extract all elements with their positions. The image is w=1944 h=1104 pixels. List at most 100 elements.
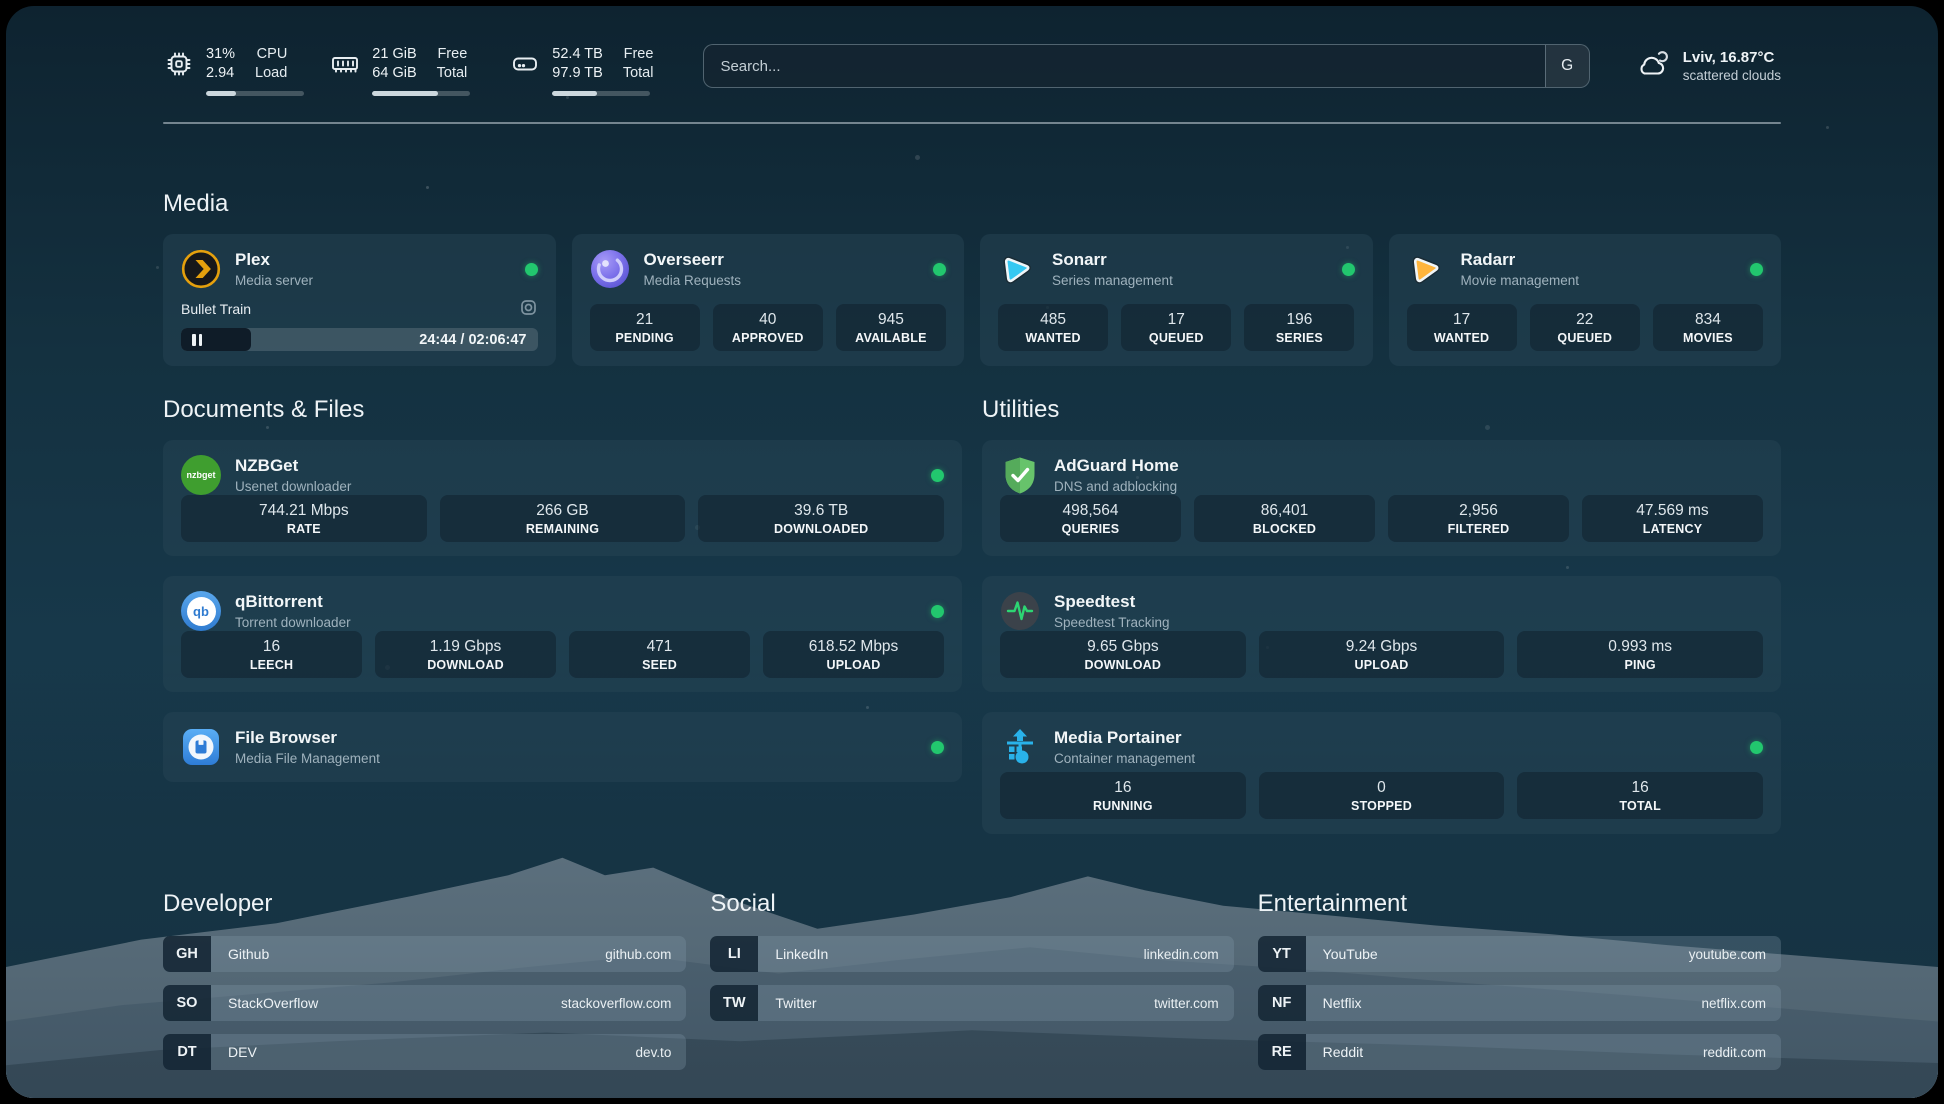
memory-total-value: 64 GiB xyxy=(372,64,416,83)
app-title: Radarr xyxy=(1461,250,1580,270)
memory-label-top: Free xyxy=(437,45,468,64)
plex-card[interactable]: Plex Media server Bullet Train xyxy=(163,234,556,366)
sonarr-card[interactable]: Sonarr Series management 485WANTED 17QUE… xyxy=(980,234,1373,366)
section-heading-social: Social xyxy=(710,890,1233,918)
bookmark-twitter[interactable]: TW Twitter twitter.com xyxy=(710,985,1233,1021)
netflix-abbr-icon: NF xyxy=(1258,985,1306,1021)
cpu-label-bottom: Load xyxy=(255,64,287,83)
bookmark-name: YouTube xyxy=(1323,946,1378,962)
bookmark-url: netflix.com xyxy=(1701,996,1766,1011)
bookmark-url: youtube.com xyxy=(1689,947,1766,962)
playback-time: 24:44 / 02:06:47 xyxy=(419,332,526,348)
qbittorrent-card[interactable]: qb qBittorrent Torrent downloader 16LEEC… xyxy=(163,576,962,692)
stat-stopped: 0STOPPED xyxy=(1259,772,1505,819)
bookmark-reddit[interactable]: RE Reddit reddit.com xyxy=(1258,1034,1781,1070)
stat-upload: 9.24 GbpsUPLOAD xyxy=(1259,631,1505,678)
twitter-abbr-icon: TW xyxy=(710,985,758,1021)
nzbget-card[interactable]: nzbget NZBGet Usenet downloader 744.21 M… xyxy=(163,440,962,556)
memory-progress-track xyxy=(372,91,470,96)
qbittorrent-icon: qb xyxy=(181,591,221,631)
stat-upload: 618.52 MbpsUPLOAD xyxy=(763,631,944,678)
bookmark-netflix[interactable]: NF Netflix netflix.com xyxy=(1258,985,1781,1021)
app-subtitle: Media Requests xyxy=(644,273,742,288)
bookmark-linkedin[interactable]: LI LinkedIn linkedin.com xyxy=(710,936,1233,972)
app-title: Media Portainer xyxy=(1054,728,1195,748)
status-online-dot xyxy=(1750,741,1763,754)
disk-label-bottom: Total xyxy=(623,64,654,83)
bookmark-dev[interactable]: DT DEV dev.to xyxy=(163,1034,686,1070)
section-heading-media: Media xyxy=(163,190,1781,218)
status-online-dot xyxy=(931,741,944,754)
weather-widget: Lviv, 16.87°C scattered clouds xyxy=(1634,48,1781,85)
cpu-icon xyxy=(163,49,195,79)
bookmark-name: StackOverflow xyxy=(228,995,318,1011)
sonarr-icon xyxy=(998,249,1038,289)
search-input[interactable] xyxy=(720,58,1544,75)
stat-leech: 16LEECH xyxy=(181,631,362,678)
status-online-dot xyxy=(1750,263,1763,276)
bookmark-stackoverflow[interactable]: SO StackOverflow stackoverflow.com xyxy=(163,985,686,1021)
now-playing-title: Bullet Train xyxy=(181,301,251,317)
status-online-dot xyxy=(933,263,946,276)
cpu-progress-track xyxy=(206,91,304,96)
dev-abbr-icon: DT xyxy=(163,1034,211,1070)
app-subtitle: Media File Management xyxy=(235,751,380,766)
memory-icon xyxy=(329,49,361,79)
memory-free-value: 21 GiB xyxy=(372,45,416,64)
app-subtitle: Container management xyxy=(1054,751,1195,766)
app-subtitle: Media server xyxy=(235,273,313,288)
filebrowser-icon xyxy=(181,727,221,767)
status-online-dot xyxy=(931,469,944,482)
stat-approved: 40APPROVED xyxy=(713,304,823,351)
section-heading-utilities: Utilities xyxy=(982,396,1781,424)
snow-flakes xyxy=(6,6,9,9)
stat-wanted: 485WANTED xyxy=(998,304,1108,351)
app-subtitle: Speedtest Tracking xyxy=(1054,615,1170,630)
status-online-dot xyxy=(931,605,944,618)
stat-movies: 834MOVIES xyxy=(1653,304,1763,351)
adguard-card[interactable]: AdGuard Home DNS and adblocking 498,564Q… xyxy=(982,440,1781,556)
speedtest-icon xyxy=(1000,591,1040,631)
disk-progress-track xyxy=(552,91,650,96)
entertainment-column: Entertainment YT YouTube youtube.com NF … xyxy=(1258,890,1781,1083)
stat-total: 16TOTAL xyxy=(1517,772,1763,819)
bookmark-name: LinkedIn xyxy=(775,946,828,962)
stat-seed: 471SEED xyxy=(569,631,750,678)
radarr-card[interactable]: Radarr Movie management 17WANTED 22QUEUE… xyxy=(1389,234,1782,366)
app-title: qBittorrent xyxy=(235,592,351,612)
app-subtitle: Movie management xyxy=(1461,273,1580,288)
top-bar: 31% 2.94 CPU Load xyxy=(163,40,1781,98)
social-column: Social LI LinkedIn linkedin.com TW Twitt… xyxy=(710,890,1233,1083)
bookmark-youtube[interactable]: YT YouTube youtube.com xyxy=(1258,936,1781,972)
cpu-widget: 31% 2.94 CPU Load xyxy=(163,40,287,98)
speedtest-card[interactable]: Speedtest Speedtest Tracking 9.65 GbpsDO… xyxy=(982,576,1781,692)
section-heading-entertainment: Entertainment xyxy=(1258,890,1781,918)
portainer-icon xyxy=(1000,727,1040,767)
portainer-card[interactable]: Media Portainer Container management 16R… xyxy=(982,712,1781,834)
weather-condition: scattered clouds xyxy=(1683,68,1781,83)
search-engine-button[interactable]: G xyxy=(1545,45,1589,87)
session-settings-icon[interactable] xyxy=(519,298,538,320)
bookmark-github[interactable]: GH Github github.com xyxy=(163,936,686,972)
playback-progress-bar[interactable]: 24:44 / 02:06:47 xyxy=(181,328,538,351)
documents-column: Documents & Files nzbget NZBGet Usenet d… xyxy=(163,396,962,834)
app-subtitle: Torrent downloader xyxy=(235,615,351,630)
stat-series: 196SERIES xyxy=(1244,304,1354,351)
overseerr-card[interactable]: Overseerr Media Requests 21PENDING 40APP… xyxy=(572,234,965,366)
app-title: File Browser xyxy=(235,728,380,748)
stat-queued: 22QUEUED xyxy=(1530,304,1640,351)
stat-latency: 47.569 msLATENCY xyxy=(1582,495,1763,542)
bookmark-url: github.com xyxy=(605,947,671,962)
app-subtitle: Series management xyxy=(1052,273,1173,288)
status-online-dot xyxy=(525,263,538,276)
memory-widget: 21 GiB 64 GiB Free Total xyxy=(329,40,467,98)
disk-free-value: 52.4 TB xyxy=(552,45,603,64)
stat-filtered: 2,956FILTERED xyxy=(1388,495,1569,542)
cpu-progress-fill xyxy=(206,91,236,96)
adguard-icon xyxy=(1000,455,1040,495)
reddit-abbr-icon: RE xyxy=(1258,1034,1306,1070)
pause-icon[interactable] xyxy=(192,334,202,346)
filebrowser-card[interactable]: File Browser Media File Management xyxy=(163,712,962,782)
nzbget-icon: nzbget xyxy=(181,455,221,495)
search-box: G xyxy=(703,44,1589,88)
